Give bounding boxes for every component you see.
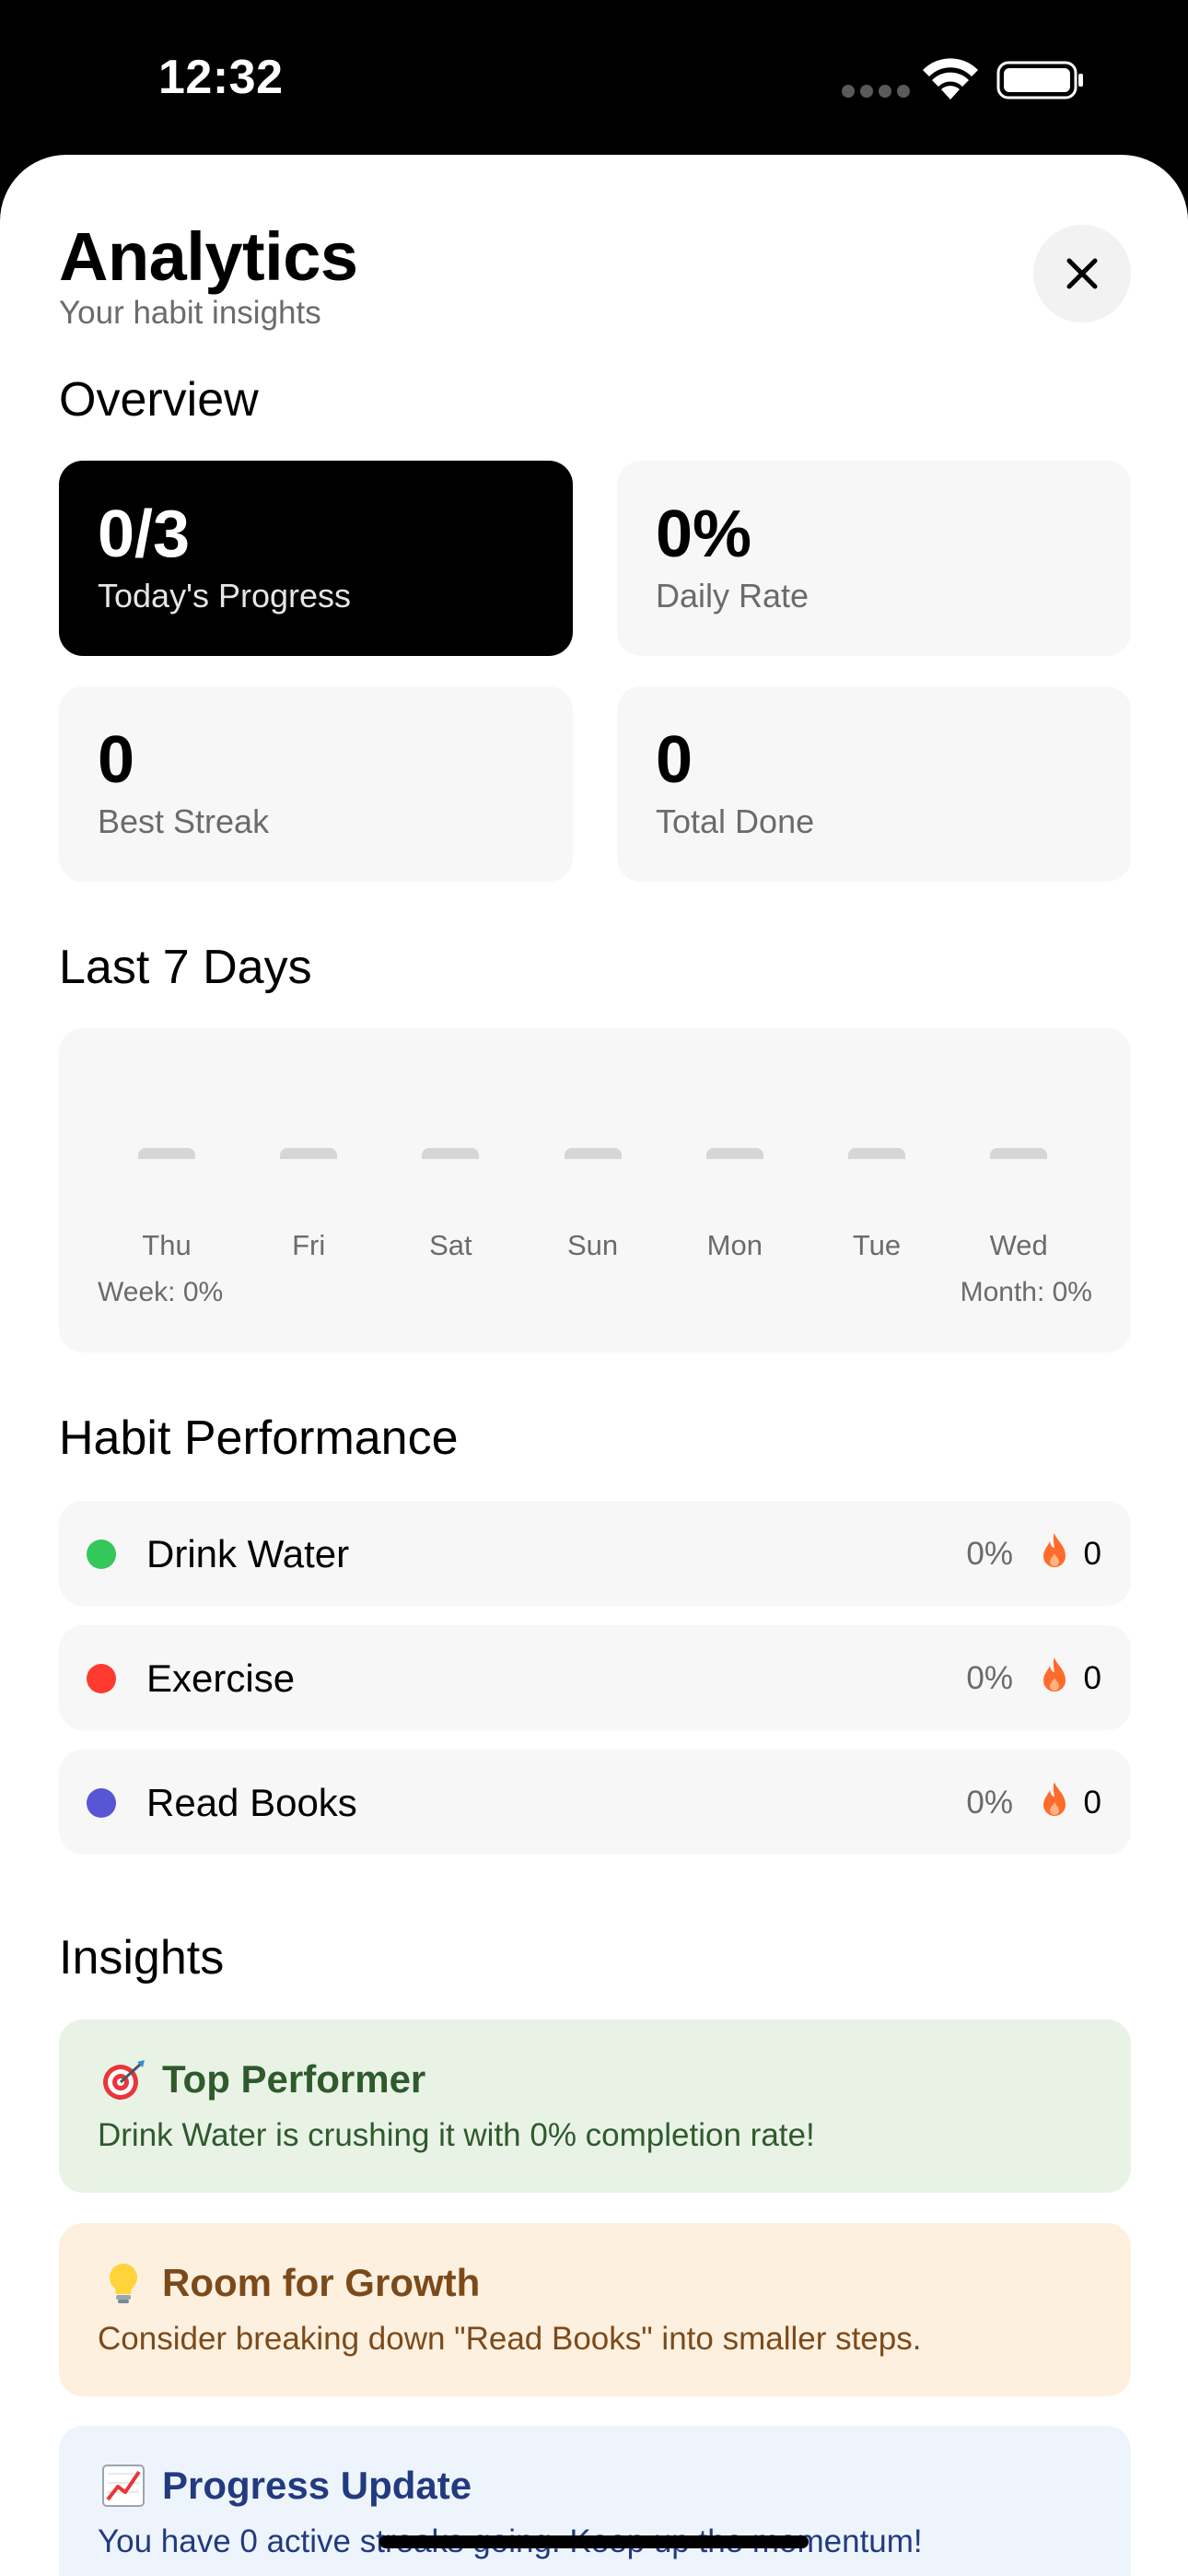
chart-day-label: Tue [852, 1229, 902, 1261]
stat-card-daily-rate: 0% Daily Rate [617, 461, 1131, 656]
insight-title: Room for Growth [162, 2261, 481, 2304]
close-icon [1066, 258, 1098, 289]
habit-name: Drink Water [146, 1532, 350, 1575]
chart-day-label: Mon [706, 1229, 763, 1261]
stat-label: Today's Progress [98, 577, 351, 615]
chart-day-label: Wed [989, 1229, 1048, 1261]
insight-title: Top Performer [162, 2057, 426, 2101]
page-subtitle: Your habit insights [59, 295, 321, 331]
habit-color-dot [87, 1664, 116, 1693]
flame-icon [1043, 1533, 1066, 1567]
stat-value: 0% [656, 498, 752, 571]
chart-bar-mon [705, 1148, 763, 1159]
page-title: Analytics [59, 218, 358, 295]
stat-label: Best Streak [98, 802, 270, 840]
chart-day-label: Sun [567, 1229, 619, 1261]
last-7-days-chart: Week: 0% Month: 0% Thu Fri Sat Sun Mon Tue Wed [59, 1028, 1131, 1352]
stat-label: Daily Rate [656, 577, 809, 615]
lightbulb-icon [98, 2260, 149, 2306]
status-time: 12:32 [158, 51, 284, 104]
habit-name: Read Books [146, 1781, 357, 1824]
insights-section-title: Insights [59, 1931, 225, 1985]
habit-streak: 0 [1083, 1536, 1101, 1572]
flame-icon [1043, 1657, 1066, 1692]
insight-card-top-performer: Top Performer Drink Water is crushing it… [59, 2020, 1131, 2193]
chart-day-label: Sat [429, 1229, 472, 1261]
chart-bar-wed [990, 1148, 1048, 1159]
close-button[interactable] [1033, 225, 1131, 322]
insight-text: Drink Water is crushing it with 0% compl… [98, 2117, 815, 2153]
analytics-sheet: Analytics Your habit insights Overview 0… [0, 155, 1188, 2576]
battery-icon [996, 61, 1083, 100]
chart-day-label: Fri [292, 1229, 326, 1261]
stat-value: 0/3 [98, 498, 191, 571]
chart-bar-fri [280, 1148, 338, 1159]
week-rate-label: Week: 0% [98, 1277, 224, 1307]
habit-row-exercise[interactable]: Exercise 0% 0 [59, 1625, 1131, 1730]
habit-streak: 0 [1083, 1660, 1101, 1696]
habit-rate: 0% [966, 1660, 1013, 1696]
chart-bar-sun [564, 1148, 622, 1159]
flame-icon [1043, 1782, 1066, 1816]
habit-row-read-books[interactable]: Read Books 0% 0 [59, 1750, 1131, 1855]
stat-card-best-streak: 0 Best Streak [59, 686, 573, 882]
insight-text: Consider breaking down "Read Books" into… [98, 2321, 922, 2357]
wifi-icon [923, 58, 978, 100]
habit-row-drink-water[interactable]: Drink Water 0% 0 [59, 1501, 1131, 1606]
insight-title: Progress Update [162, 2464, 472, 2507]
home-indicator[interactable] [379, 2535, 809, 2548]
month-rate-label: Month: 0% [960, 1277, 1092, 1307]
habit-name: Exercise [146, 1657, 296, 1700]
chart-bar-sat [422, 1148, 480, 1159]
habit-color-dot [87, 1788, 116, 1818]
cellular-signal-icon [842, 85, 915, 102]
chart-bar-thu [138, 1148, 195, 1159]
stat-card-todays-progress: 0/3 Today's Progress [59, 461, 573, 656]
stat-label: Total Done [656, 802, 815, 840]
habit-performance-section-title: Habit Performance [59, 1411, 459, 1465]
stat-card-total-done: 0 Total Done [617, 686, 1131, 882]
overview-section-title: Overview [59, 373, 259, 427]
stat-value: 0 [98, 723, 135, 797]
habit-streak: 0 [1083, 1785, 1101, 1821]
habit-rate: 0% [966, 1536, 1013, 1572]
last-7-days-section-title: Last 7 Days [59, 941, 312, 994]
stat-value: 0 [656, 723, 693, 797]
habit-color-dot [87, 1540, 116, 1569]
insight-card-room-for-growth: Room for Growth Consider breaking down "… [59, 2223, 1131, 2396]
status-bar: 12:32 [0, 0, 1188, 155]
chart-bar-tue [848, 1148, 905, 1159]
chart-up-icon [98, 2463, 149, 2509]
target-icon [98, 2056, 149, 2102]
habit-rate: 0% [966, 1785, 1013, 1821]
insight-card-progress-update: Progress Update You have 0 active streak… [59, 2426, 1131, 2576]
chart-day-label: Thu [142, 1229, 192, 1261]
